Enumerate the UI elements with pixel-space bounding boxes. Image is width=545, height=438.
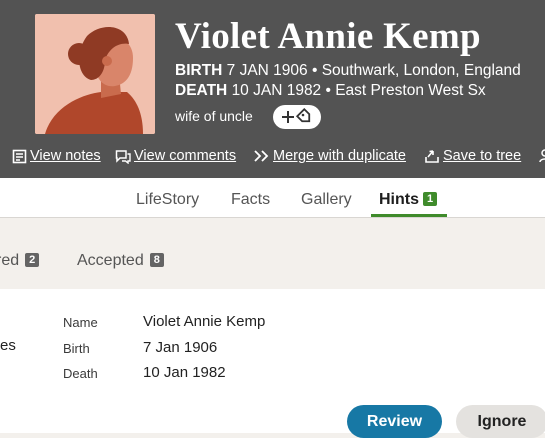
view-notes-link[interactable]: View notes bbox=[10, 147, 101, 165]
death-fact: DEATH 10 JAN 1982 • East Preston West Sx bbox=[175, 82, 486, 100]
name-label: Name bbox=[63, 315, 98, 330]
death-row-value: 10 Jan 1982 bbox=[143, 364, 226, 381]
death-value: 10 JAN 1982 • East Preston West Sx bbox=[231, 82, 486, 99]
view-comments-label: View comments bbox=[134, 148, 237, 164]
relationship-text: wife of uncle bbox=[175, 108, 253, 124]
name-value: Violet Annie Kemp bbox=[143, 313, 266, 330]
tab-facts[interactable]: Facts bbox=[231, 191, 270, 209]
view-comments-link[interactable]: View comments bbox=[114, 147, 236, 165]
subtab-ignored-label: red bbox=[0, 252, 20, 269]
hint-source-label: es bbox=[0, 337, 16, 354]
tab-lifestory[interactable]: LifeStory bbox=[136, 191, 199, 209]
tab-hints[interactable]: Hints 1 bbox=[379, 191, 438, 209]
person-header: Violet Annie Kemp BIRTH 7 JAN 1906 • Sou… bbox=[0, 0, 545, 178]
subtab-ignored[interactable]: red 2 bbox=[0, 252, 40, 270]
birth-row-label: Birth bbox=[63, 341, 90, 356]
subtab-accepted[interactable]: Accepted 8 bbox=[77, 252, 164, 270]
birth-fact: BIRTH 7 JAN 1906 • Southwark, London, En… bbox=[175, 62, 521, 80]
save-to-tree-link[interactable]: Save to tree bbox=[423, 147, 521, 165]
add-tag-icon bbox=[282, 108, 311, 123]
notes-icon bbox=[10, 147, 28, 165]
birth-row-value: 7 Jan 1906 bbox=[143, 339, 218, 356]
person-icon bbox=[536, 147, 545, 165]
birth-label: BIRTH bbox=[175, 62, 223, 79]
death-label: DEATH bbox=[175, 82, 228, 99]
avatar[interactable] bbox=[35, 14, 155, 134]
death-row-label: Death bbox=[63, 366, 98, 381]
ignore-button[interactable]: Ignore bbox=[456, 405, 545, 438]
merge-icon bbox=[253, 147, 271, 165]
hint-card: es Name Violet Annie Kemp Birth 7 Jan 19… bbox=[0, 289, 545, 438]
action-bar: View notes View comments Merge with dupl… bbox=[0, 147, 545, 169]
subtab-accepted-label: Accepted bbox=[77, 252, 144, 269]
hints-count-badge: 1 bbox=[423, 192, 438, 206]
accepted-count-badge: 8 bbox=[149, 253, 164, 267]
view-notes-label: View notes bbox=[30, 148, 101, 164]
female-silhouette-icon bbox=[35, 14, 155, 134]
add-tag-button[interactable] bbox=[273, 105, 321, 129]
comments-icon bbox=[114, 147, 132, 165]
tab-hints-label: Hints bbox=[379, 191, 419, 208]
active-tab-indicator bbox=[371, 214, 447, 217]
save-to-tree-label: Save to tree bbox=[443, 148, 522, 164]
merge-duplicate-link[interactable]: Merge with duplicate bbox=[253, 147, 406, 165]
hint-filter-tabs: red 2 Accepted 8 bbox=[0, 219, 545, 289]
share-person-link[interactable] bbox=[536, 147, 545, 165]
review-button[interactable]: Review bbox=[347, 405, 442, 438]
save-icon bbox=[423, 147, 441, 165]
tab-gallery[interactable]: Gallery bbox=[301, 191, 352, 209]
person-name: Violet Annie Kemp bbox=[175, 16, 481, 57]
merge-duplicate-label: Merge with duplicate bbox=[273, 148, 406, 164]
ignored-count-badge: 2 bbox=[25, 253, 40, 267]
birth-value: 7 JAN 1906 • Southwark, London, England bbox=[226, 62, 521, 79]
profile-tabs: LifeStory Facts Gallery Hints 1 bbox=[0, 178, 545, 218]
